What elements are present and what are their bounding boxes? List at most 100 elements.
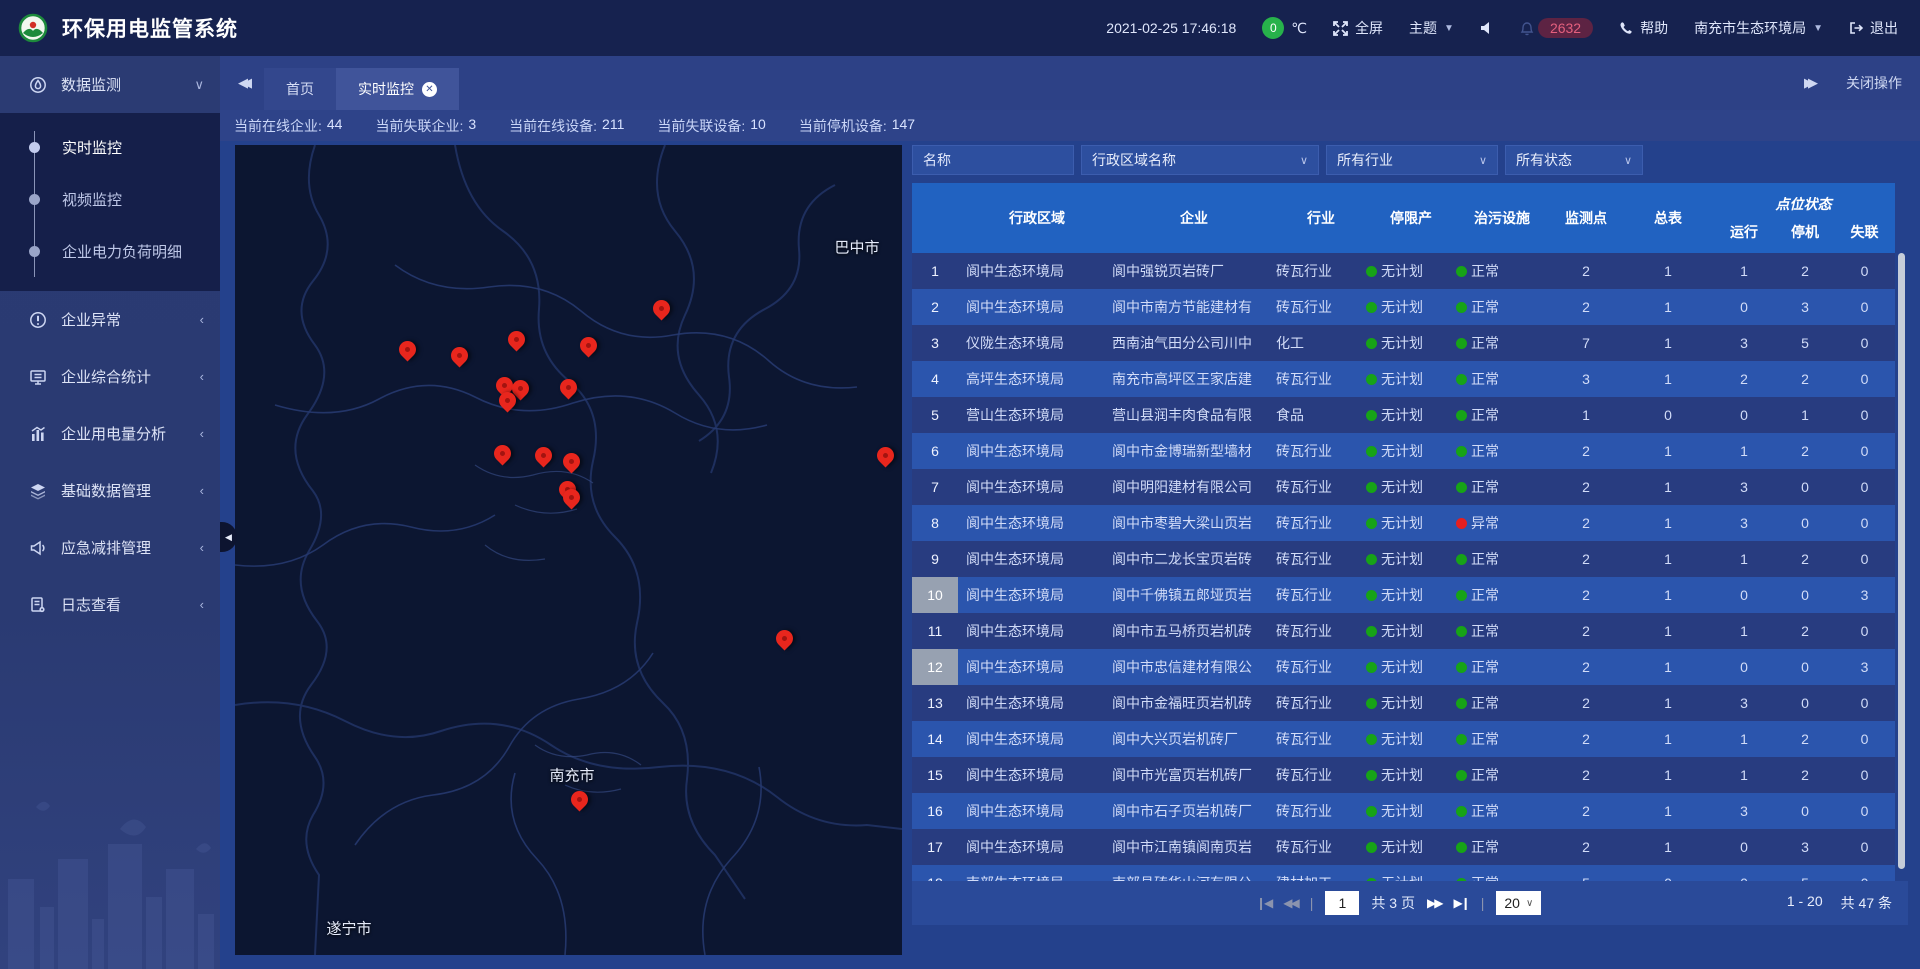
help-button[interactable]: 帮助: [1619, 18, 1668, 38]
industry-select[interactable]: 所有行业∨: [1326, 145, 1498, 175]
limit-production-cell: 无计划: [1366, 729, 1456, 749]
close-operations-button[interactable]: 关闭操作: [1846, 73, 1902, 93]
table-row[interactable]: 17阆中生态环境局阆中市江南镇阆南页岩砖瓦行业无计划正常21030: [912, 829, 1895, 865]
tab-首页[interactable]: 首页: [264, 68, 336, 110]
status-select[interactable]: 所有状态∨: [1505, 145, 1643, 175]
column-header-company[interactable]: 企业: [1108, 183, 1276, 253]
tab-实时监控[interactable]: 实时监控✕: [336, 68, 459, 110]
pager-controls: ❙◀ ◀◀ | 共 3 页 ▶▶ ▶❙ | 20∨: [1256, 891, 1541, 915]
offline-count-cell: 0: [1834, 803, 1895, 819]
sidebar-item-1[interactable]: 数据监测∨: [0, 56, 220, 113]
region-cell: 阆中生态环境局: [958, 549, 1108, 569]
chevron-left-icon: ‹: [200, 483, 204, 498]
table-row[interactable]: 5营山生态环境局营山县润丰肉食品有限食品无计划正常10010: [912, 397, 1895, 433]
company-cell: 阆中市金博瑞新型墙材: [1108, 441, 1276, 461]
chevron-down-icon: ∨: [1624, 154, 1632, 167]
stat-value: 3: [468, 116, 476, 136]
name-search-input[interactable]: [912, 145, 1074, 175]
sidebar-subitem[interactable]: 视频监控: [0, 173, 220, 225]
running-count-cell: 0: [1712, 659, 1776, 675]
table-row[interactable]: 11阆中生态环境局阆中市五马桥页岩机砖砖瓦行业无计划正常21120: [912, 613, 1895, 649]
sound-mute-icon[interactable]: [1480, 21, 1494, 35]
table-row[interactable]: 6阆中生态环境局阆中市金博瑞新型墙材砖瓦行业无计划正常21120: [912, 433, 1895, 469]
company-cell: 阆中市江南镇阆南页岩: [1108, 837, 1276, 857]
column-header-seq[interactable]: [912, 183, 958, 253]
chevron-left-icon: ‹: [200, 312, 204, 327]
column-header-industry[interactable]: 行业: [1276, 183, 1366, 253]
table-row[interactable]: 3仪陇生态环境局西南油气田分公司川中化工无计划正常71350: [912, 325, 1895, 361]
table-row[interactable]: 4高坪生态环境局南充市高坪区王家店建砖瓦行业无计划正常31220: [912, 361, 1895, 397]
sidebar-subitem[interactable]: 实时监控: [0, 121, 220, 173]
column-header-points[interactable]: 监测点: [1548, 183, 1624, 253]
column-header-meters[interactable]: 总表: [1624, 183, 1712, 253]
stat-label: 当前失联企业:: [375, 116, 463, 136]
map-panel[interactable]: 巴中市南充市遂宁市: [235, 145, 902, 955]
table-row[interactable]: 16阆中生态环境局阆中市石子页岩机砖厂砖瓦行业无计划正常21300: [912, 793, 1895, 829]
sidebar-subitem[interactable]: 企业电力负荷明细: [0, 225, 220, 277]
sidebar-item-6[interactable]: 应急减排管理‹: [0, 519, 220, 576]
column-header-stop[interactable]: 停机: [1776, 222, 1834, 242]
total-meters-cell: 0: [1624, 407, 1712, 423]
vertical-scrollbar[interactable]: [1898, 253, 1905, 869]
theme-menu-button[interactable]: 主题▼: [1409, 18, 1454, 38]
app-root: 环保用电监管系统 2021-02-25 17:46:18 0 ℃ 全屏 主题▼: [0, 0, 1920, 969]
chevron-down-icon: ▼: [1444, 23, 1454, 34]
column-header-limit[interactable]: 停限产: [1366, 183, 1456, 253]
table-row[interactable]: 1阆中生态环境局阆中强锐页岩砖厂砖瓦行业无计划正常21120: [912, 253, 1895, 289]
logout-button[interactable]: 退出: [1849, 18, 1898, 38]
sidebar-item-5[interactable]: 基础数据管理‹: [0, 462, 220, 519]
offline-count-cell: 0: [1834, 623, 1895, 639]
status-dot-icon: [1456, 662, 1467, 673]
sidebar-item-label: 企业综合统计: [61, 366, 200, 387]
table-row[interactable]: 14阆中生态环境局阆中大兴页岩机砖厂砖瓦行业无计划正常21120: [912, 721, 1895, 757]
chevron-left-icon: ‹: [200, 540, 204, 555]
first-page-button[interactable]: ❙◀: [1256, 896, 1271, 910]
tab-scroll-left-button[interactable]: ◀◀: [238, 75, 252, 91]
table-row[interactable]: 7阆中生态环境局阆中明阳建材有限公司砖瓦行业无计划正常21300: [912, 469, 1895, 505]
status-dot-icon: [1366, 554, 1377, 565]
table-row[interactable]: 2阆中生态环境局阆中市南方节能建材有砖瓦行业无计划正常21030: [912, 289, 1895, 325]
tab-bar-right: ▶▶ 关闭操作: [1804, 73, 1902, 93]
map-city-label: 遂宁市: [326, 918, 371, 939]
table-row[interactable]: 13阆中生态环境局阆中市金福旺页岩机砖砖瓦行业无计划正常21300: [912, 685, 1895, 721]
sidebar-item-4[interactable]: 企业用电量分析‹: [0, 405, 220, 462]
limit-production-text: 无计划: [1381, 729, 1423, 749]
table-row[interactable]: 9阆中生态环境局阆中市二龙长宝页岩砖砖瓦行业无计划正常21120: [912, 541, 1895, 577]
status-dot-icon: [1366, 482, 1377, 493]
column-header-run[interactable]: 运行: [1712, 222, 1776, 242]
region-cell: 阆中生态环境局: [958, 693, 1108, 713]
tab-scroll-right-button[interactable]: ▶▶: [1804, 75, 1818, 91]
sidebar-item-7[interactable]: 日志查看‹: [0, 576, 220, 633]
column-header-region[interactable]: 行政区域: [958, 183, 1108, 253]
row-number-cell: 18: [912, 865, 958, 881]
company-cell: 阆中市南方节能建材有: [1108, 297, 1276, 317]
pollution-facility-text: 正常: [1471, 621, 1499, 641]
table-row[interactable]: 15阆中生态环境局阆中市光富页岩机砖厂砖瓦行业无计划正常21120: [912, 757, 1895, 793]
fullscreen-button[interactable]: 全屏: [1333, 18, 1383, 38]
tab-close-icon[interactable]: ✕: [422, 82, 437, 97]
industry-cell: 食品: [1276, 405, 1366, 425]
table-row[interactable]: 8阆中生态环境局阆中市枣碧大梁山页岩砖瓦行业无计划异常21300: [912, 505, 1895, 541]
column-header-facility[interactable]: 治污设施: [1456, 183, 1548, 253]
table-row[interactable]: 10阆中生态环境局阆中千佛镇五郎垭页岩砖瓦行业无计划正常21003: [912, 577, 1895, 613]
row-number-cell: 12: [912, 649, 958, 685]
offline-count-cell: 0: [1834, 299, 1895, 315]
sidebar-item-2[interactable]: 企业异常‹: [0, 291, 220, 348]
region-cell: 阆中生态环境局: [958, 729, 1108, 749]
pollution-facility-text: 正常: [1471, 477, 1499, 497]
sidebar-item-3[interactable]: 企业综合统计‹: [0, 348, 220, 405]
notification-bell[interactable]: 2632: [1520, 18, 1593, 38]
last-page-button[interactable]: ▶❙: [1453, 896, 1468, 910]
org-menu-button[interactable]: 南充市生态环境局▼: [1694, 18, 1823, 38]
table-row[interactable]: 12阆中生态环境局阆中市忠信建材有限公砖瓦行业无计划正常21003: [912, 649, 1895, 685]
next-page-button[interactable]: ▶▶: [1427, 896, 1441, 910]
column-header-lost[interactable]: 失联: [1834, 222, 1895, 242]
bullet-dot-icon: [29, 246, 40, 257]
page-number-input[interactable]: [1325, 891, 1359, 915]
page-size-select[interactable]: 20∨: [1496, 891, 1541, 915]
running-count-cell: 3: [1712, 695, 1776, 711]
region-select[interactable]: 行政区域名称∨: [1081, 145, 1319, 175]
table-row[interactable]: 18南部生态环境局南部县砖华山河有限公建材加工无计划正常50050: [912, 865, 1895, 881]
status-dot-icon: [1456, 554, 1467, 565]
prev-page-button[interactable]: ◀◀: [1283, 896, 1297, 910]
